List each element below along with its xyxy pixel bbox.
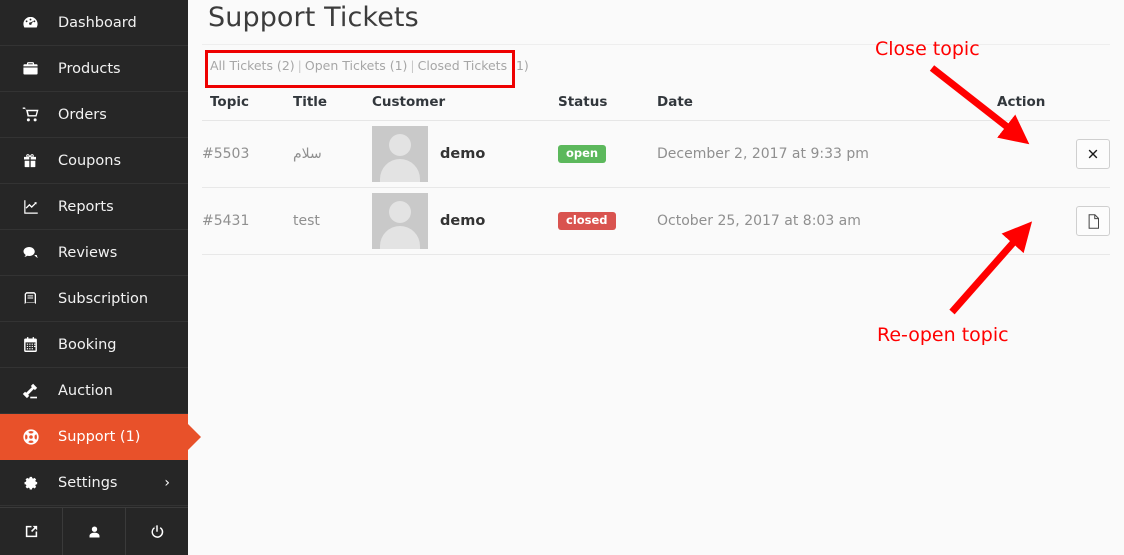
main-content: Support Tickets All Tickets (2) | Open Tic… — [188, 0, 1124, 555]
calendar-icon — [22, 336, 48, 353]
gavel-icon — [22, 382, 48, 400]
cell-date: October 25, 2017 at 8:03 am — [657, 187, 997, 255]
logout-button[interactable] — [126, 508, 188, 555]
cell-action — [997, 120, 1110, 188]
sidebar-item-settings[interactable]: Settings › — [0, 460, 188, 506]
column-header-date: Date — [657, 92, 997, 121]
filter-closed-tickets[interactable]: Closed Tickets (1) — [418, 58, 529, 73]
sidebar-item-support[interactable]: Support (1) — [0, 414, 188, 460]
sidebar-item-subscription[interactable]: Subscription — [0, 276, 188, 322]
sidebar-item-booking[interactable]: Booking — [0, 322, 188, 368]
cell-customer: demo — [372, 187, 558, 255]
lifebuoy-icon — [22, 428, 48, 446]
column-header-topic: Topic — [202, 92, 293, 121]
app-root: Dashboard Products Orders Coupons Report — [0, 0, 1124, 555]
ticket-filter-links: All Tickets (2) | Open Tickets (1) | Closed … — [210, 58, 529, 73]
cart-icon — [22, 106, 48, 124]
cell-customer: demo — [372, 120, 558, 188]
filter-open-tickets[interactable]: Open Tickets (1) — [305, 58, 408, 73]
filter-all-tickets[interactable]: All Tickets (2) — [210, 58, 295, 73]
sidebar-item-reviews[interactable]: Reviews — [0, 230, 188, 276]
sidebar-item-label: Orders — [58, 106, 107, 123]
cell-date: December 2, 2017 at 9:33 pm — [657, 120, 997, 188]
sidebar-item-label: Reviews — [58, 244, 118, 261]
table-row: #5431 test demo closed October 25, 2017 … — [202, 187, 1110, 255]
customer-name: demo — [440, 213, 486, 229]
status-badge: open — [558, 144, 607, 164]
sidebar-footer — [0, 507, 188, 555]
column-header-title: Title — [293, 92, 372, 121]
cell-status: open — [558, 120, 657, 188]
sidebar-item-dashboard[interactable]: Dashboard — [0, 0, 188, 46]
cell-title: test — [293, 187, 372, 255]
status-badge: closed — [558, 211, 616, 231]
external-link-icon — [23, 523, 40, 540]
customer-name: demo — [440, 146, 486, 162]
avatar-body — [380, 226, 420, 249]
annotation-reopen-topic: Re-open topic — [877, 324, 1009, 346]
sidebar-item-orders[interactable]: Orders — [0, 92, 188, 138]
dashboard-icon — [22, 14, 48, 31]
external-link-button[interactable] — [0, 508, 63, 555]
user-profile-button[interactable] — [63, 508, 126, 555]
sidebar-item-coupons[interactable]: Coupons — [0, 138, 188, 184]
book-icon — [22, 290, 48, 307]
avatar — [372, 126, 428, 182]
chevron-right-icon: › — [164, 474, 170, 491]
filter-separator: | — [410, 58, 415, 73]
chart-icon — [22, 198, 48, 216]
sidebar-item-reports[interactable]: Reports — [0, 184, 188, 230]
avatar — [372, 193, 428, 249]
cell-status: closed — [558, 187, 657, 255]
sidebar-item-label: Coupons — [58, 152, 122, 169]
sidebar-item-auction[interactable]: Auction — [0, 368, 188, 414]
table-body: #5503 سلام demo open December 2, 2017 at… — [202, 120, 1110, 255]
annotation-close-topic: Close topic — [875, 38, 980, 60]
sidebar-item-label: Support (1) — [58, 428, 141, 445]
column-header-action: Action — [997, 92, 1110, 121]
avatar-body — [380, 159, 420, 182]
file-icon — [1087, 213, 1100, 229]
power-icon — [149, 524, 165, 540]
table-header-row: Topic Title Customer Status Date Action — [202, 92, 1110, 121]
tickets-table: Topic Title Customer Status Date Action … — [202, 92, 1110, 255]
filter-separator: | — [297, 58, 302, 73]
reopen-topic-button[interactable] — [1076, 206, 1110, 236]
column-header-customer: Customer — [372, 92, 558, 121]
gift-icon — [22, 152, 48, 169]
sidebar-item-products[interactable]: Products — [0, 46, 188, 92]
column-header-status: Status — [558, 92, 657, 121]
close-topic-button[interactable] — [1076, 139, 1110, 169]
sidebar-item-label: Dashboard — [58, 14, 137, 31]
cell-title: سلام — [293, 120, 372, 188]
cell-topic: #5503 — [202, 120, 293, 188]
sidebar: Dashboard Products Orders Coupons Report — [0, 0, 188, 555]
table-row: #5503 سلام demo open December 2, 2017 at… — [202, 120, 1110, 188]
avatar-head — [389, 201, 411, 223]
comment-icon — [22, 244, 48, 262]
user-icon — [87, 524, 102, 540]
sidebar-item-label: Booking — [58, 336, 117, 353]
sidebar-item-label: Products — [58, 60, 121, 77]
sidebar-item-label: Auction — [58, 382, 113, 399]
gear-icon — [22, 474, 48, 491]
close-x-icon — [1087, 148, 1099, 160]
table-header: Topic Title Customer Status Date Action — [202, 92, 1110, 121]
cell-topic: #5431 — [202, 187, 293, 255]
cell-action — [997, 187, 1110, 255]
sidebar-item-label: Settings — [58, 474, 118, 491]
briefcase-icon — [22, 60, 48, 77]
sidebar-item-label: Subscription — [58, 290, 149, 307]
sidebar-item-label: Reports — [58, 198, 114, 215]
avatar-head — [389, 134, 411, 156]
page-title: Support Tickets — [208, 2, 419, 33]
